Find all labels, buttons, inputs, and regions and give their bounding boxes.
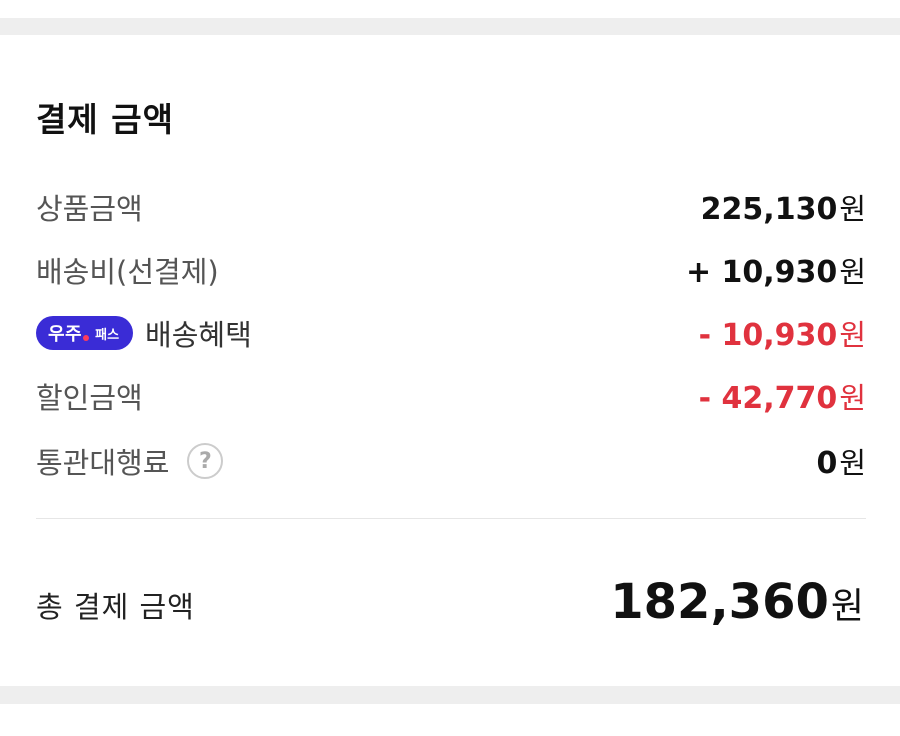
- row-shipping-benefit: 우주 패스 배송혜택 - 10,930 원: [36, 311, 866, 355]
- row-discount-amount: 할인금액 - 42,770 원: [36, 374, 866, 418]
- bottom-separator-band: [0, 686, 900, 704]
- row-customs-fee: 통관대행료 ? 0 원: [36, 439, 866, 483]
- currency-unit: 원: [839, 192, 866, 226]
- question-circle-icon[interactable]: ?: [187, 443, 224, 479]
- currency-unit: 원: [839, 255, 866, 289]
- currency-unit: 원: [839, 446, 866, 480]
- currency-unit: 원: [839, 381, 866, 415]
- row-product-amount: 상품금액 225,130 원: [36, 185, 866, 229]
- total-payment-value: 182,360 원: [610, 574, 864, 630]
- pass-dot-icon: [83, 335, 90, 341]
- pass-brand-text: 우주: [48, 324, 83, 345]
- discount-amount-label: 할인금액: [36, 381, 143, 415]
- total-payment-number: 182,360: [610, 574, 829, 630]
- section-title: 결제 금액: [36, 100, 174, 139]
- shipping-benefit-value: - 10,930 원: [699, 312, 866, 354]
- divider: [36, 518, 866, 519]
- customs-fee-label: 통관대행료: [36, 446, 170, 480]
- customs-fee-label-group: 통관대행료 ?: [36, 440, 224, 482]
- total-payment-label: 총 결제 금액: [36, 590, 195, 624]
- currency-unit: 원: [830, 586, 864, 627]
- product-amount-value: 225,130 원: [701, 186, 866, 228]
- row-shipping-fee: 배송비(선결제) + 10,930 원: [36, 248, 866, 292]
- customs-fee-number: 0: [816, 446, 838, 481]
- product-amount-number: 225,130: [700, 192, 838, 227]
- woozoo-pass-badge: 우주 패스: [36, 316, 134, 350]
- shipping-benefit-label-group: 우주 패스 배송혜택: [36, 312, 252, 354]
- discount-amount-number: - 42,770: [698, 381, 838, 416]
- customs-fee-value: 0 원: [816, 440, 866, 482]
- shipping-fee-number: + 10,930: [685, 255, 838, 290]
- shipping-benefit-number: - 10,930: [698, 318, 838, 353]
- shipping-benefit-label: 배송혜택: [145, 318, 252, 352]
- shipping-fee-value: + 10,930 원: [686, 249, 866, 291]
- pass-text: 패스: [95, 327, 120, 343]
- shipping-fee-label: 배송비(선결제): [36, 255, 219, 289]
- discount-amount-value: - 42,770 원: [699, 375, 866, 417]
- currency-unit: 원: [839, 318, 866, 352]
- top-separator-band: [0, 18, 900, 35]
- product-amount-label: 상품금액: [36, 192, 143, 226]
